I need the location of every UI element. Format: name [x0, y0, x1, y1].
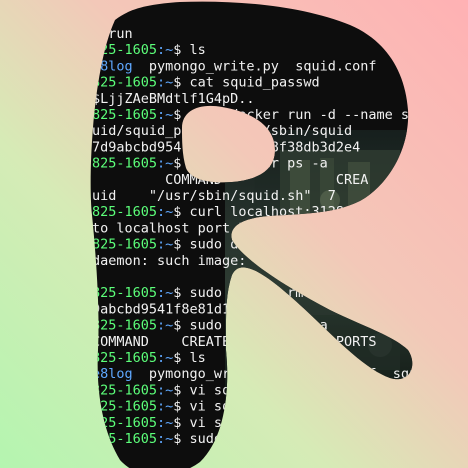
terminal-segment: pymongo_write.py squid.conf squid_p [133, 366, 450, 382]
terminal-segment: :~ [157, 156, 173, 172]
terminal-segment: $ cat squid_passwd [173, 75, 319, 91]
terminal-line: 825-1605:~$ ls [92, 42, 206, 58]
terminal-segment: $ ls [173, 350, 206, 366]
terminal-segment: $ sudo docker ps -a [173, 156, 327, 172]
terminal-line: r run [92, 26, 133, 42]
terminal-line: 825-1605:~$ sudo docker ps -a [92, 156, 328, 172]
terminal-segment: 825-1605 [92, 399, 157, 415]
terminal-line: uid/squid_passwd:/usr/sbin/squid [92, 123, 352, 139]
terminal-line: $LjjZAeBMdtlf1G4pD.. [92, 91, 255, 107]
terminal-line: 825-1605:~$ sudo docker [92, 431, 279, 447]
terminal-segment: $ ls [173, 42, 206, 58]
terminal-segment: :~ [157, 399, 173, 415]
terminal-segment: :~ [157, 204, 173, 220]
terminal-segment: $LjjZAeBMdtlf1G4pD.. [92, 91, 255, 107]
terminal-segment: 825-1605 [92, 415, 157, 431]
terminal-segment: 825-1605 [92, 107, 157, 123]
terminal-line: e8log pymongo_write.py squid.conf [92, 58, 376, 74]
terminal-segment: 825-1605 [92, 382, 157, 398]
terminal-line: 825-1605:~$ sudo docker run 91 [92, 237, 336, 253]
terminal-line: ct 1 sec [92, 463, 157, 468]
terminal-line: to localhost port 3128: Co [92, 220, 303, 236]
terminal-segment: e8log [92, 58, 133, 74]
terminal-segment: $ vi squid.conf [173, 382, 295, 398]
terminal-segment: :~ [157, 318, 173, 334]
terminal-segment: to localhost port 3128: Co [92, 220, 303, 236]
terminal-segment: 825-1605 [92, 285, 157, 301]
terminal-segment: 825-1605 [92, 431, 157, 447]
terminal-segment: 825-1605 [92, 237, 157, 253]
terminal-segment: :~ [157, 431, 173, 447]
terminal-segment: :~ [157, 285, 173, 301]
terminal-line: 825-1605:~$ sudo docker rm 91 [92, 285, 328, 301]
terminal-line: 825-1605:~$ sudo docker ps -a [92, 318, 328, 334]
terminal-segment: 825-1605 [92, 350, 157, 366]
terminal-segment: $ sudo docker rm 91 [173, 285, 327, 301]
terminal-segment: :~ [157, 415, 173, 431]
terminal-line: 825-1605:~$ sudo docker run -d --name sq… [92, 107, 442, 123]
terminal-segment: 825-1605 [92, 204, 157, 220]
terminal-segment: :~ [157, 42, 173, 58]
terminal-segment: r run [92, 26, 133, 42]
terminal-segment: 825-1605 [92, 42, 157, 58]
terminal-segment: e8log [92, 366, 133, 382]
terminal-segment: uid/squid_passwd:/usr/sbin/squid [92, 123, 352, 139]
terminal-line: 9abcbd9541f8e81d1c17 [92, 301, 255, 317]
terminal-segment: 9abcbd9541f8e81d1c17 [92, 301, 255, 317]
terminal-line: 825-1605:~$ vi squid.conf [92, 382, 295, 398]
terminal-line: 825-1605:~$ ls [92, 350, 206, 366]
terminal-segment: :~ [157, 237, 173, 253]
terminal-segment: uid "/usr/sbin/squid.sh" 7 [92, 188, 336, 204]
terminal-line: COMMAND CREA [92, 172, 368, 188]
terminal-segment: $ vi squid.conf [173, 415, 295, 431]
letter-r-logo-icon: r run 825-1605:~$ ls e8log pymongo_write.p… [90, 1, 450, 468]
terminal-line: 825-1605:~$ cat squid_passwd [92, 75, 320, 91]
terminal-segment: COMMAND CREA [92, 172, 368, 188]
terminal-segment: $ sudo docker [173, 431, 279, 447]
terminal-segment: 825-1605 [92, 318, 157, 334]
terminal-line: e8log pymongo_write.py squid.conf squid_… [92, 366, 450, 382]
terminal-line: 825-1605:~$ vi squid.conf [92, 415, 295, 431]
terminal-segment: daemon: such image: [92, 253, 246, 269]
terminal-line: daemon: such image: [92, 253, 246, 269]
terminal-line: 825-1605:~$ curl localhost:3128 [92, 204, 344, 220]
terminal-segment: pymongo_write.py squid.conf [133, 58, 377, 74]
terminal-segment: :~ [157, 107, 173, 123]
terminal-segment: $ sudo docker run 91 [173, 237, 336, 253]
terminal-segment: :~ [157, 382, 173, 398]
terminal-segment: ct 1 sec [92, 463, 157, 468]
terminal-line: 7d9abcbd9541f8e81d1c178f38db3d2e4 [92, 139, 360, 155]
terminal-line: uid "/usr/sbin/squid.sh" 7 [92, 188, 336, 204]
terminal-line: 825-1605:~$ vi squid.conf [92, 399, 295, 415]
terminal-segment: $ curl localhost:3128 [173, 204, 344, 220]
terminal-segment: $ sudo docker run -d --name squid [173, 107, 441, 123]
terminal-segment: :~ [157, 75, 173, 91]
terminal-segment: :~ [157, 350, 173, 366]
terminal-segment: 825-1605 [92, 75, 157, 91]
terminal-segment: 825-1605 [92, 156, 157, 172]
terminal-segment: COMMAND CREATED STATUS PORTS [92, 334, 376, 350]
terminal-segment: $ vi squid.conf [173, 399, 295, 415]
terminal-segment: $ sudo docker ps -a [173, 318, 327, 334]
terminal-segment: 7d9abcbd9541f8e81d1c178f38db3d2e4 [92, 139, 360, 155]
terminal-line: COMMAND CREATED STATUS PORTS [92, 334, 376, 350]
